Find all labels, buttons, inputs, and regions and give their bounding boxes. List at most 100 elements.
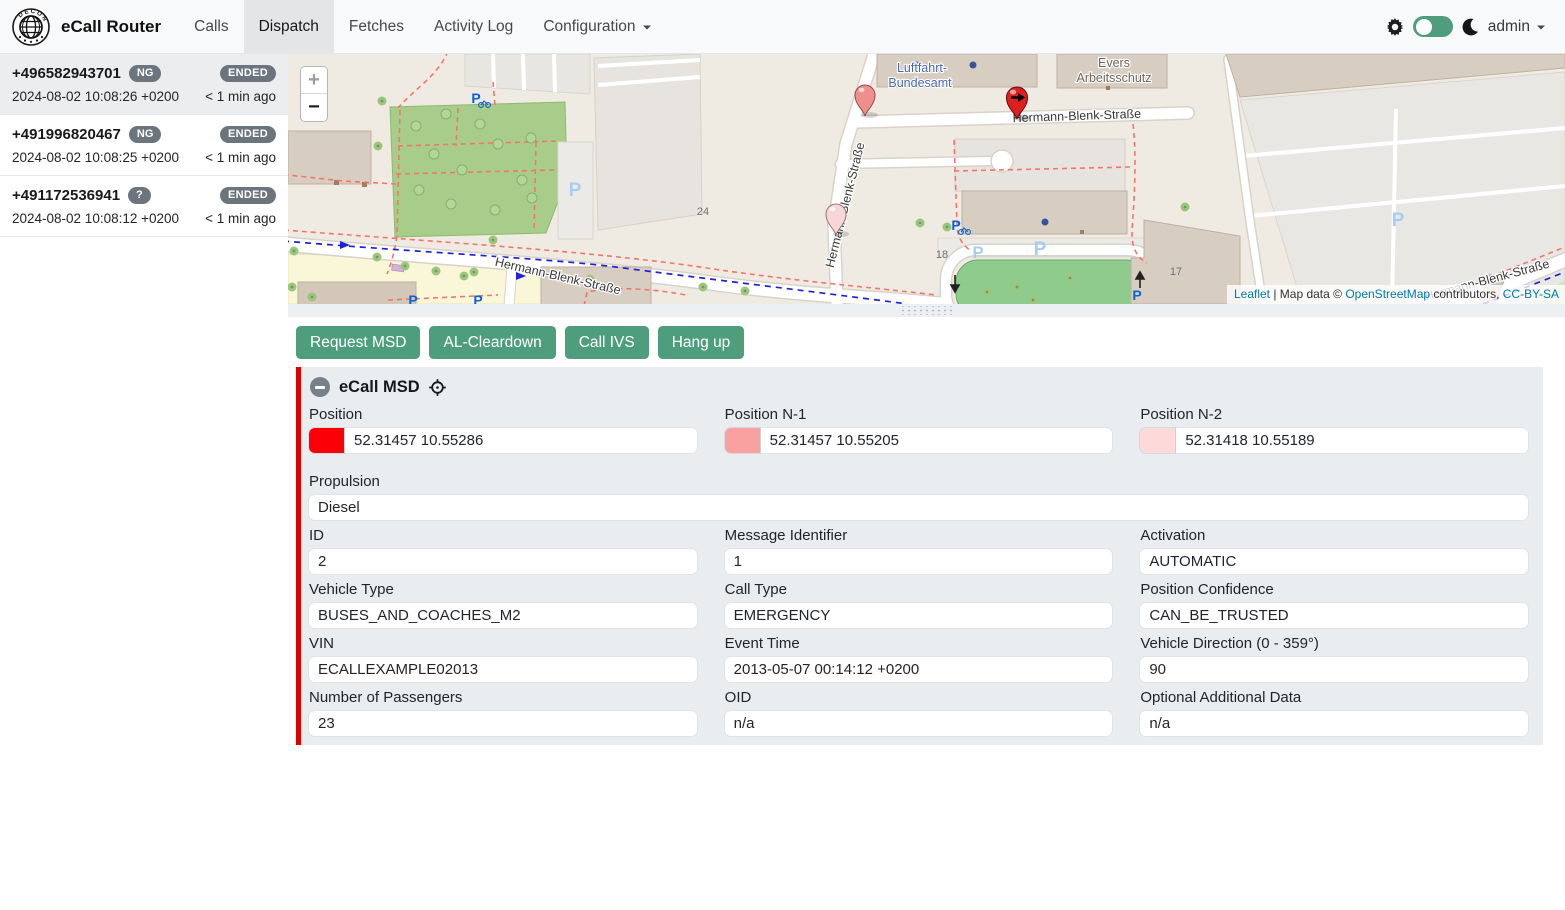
message-identifier-input[interactable] xyxy=(724,548,1114,575)
collapse-panel-button[interactable] xyxy=(310,377,330,397)
field-label: Activation xyxy=(1140,527,1529,544)
poi-label-luftfahrt: Luftfahrt- xyxy=(897,61,947,75)
nav-item-fetches[interactable]: Fetches xyxy=(334,0,419,53)
zoom-out-button[interactable]: − xyxy=(301,94,327,121)
call-list-item[interactable]: +496582943701 NG ENDED 2024-08-02 10:08:… xyxy=(0,54,288,115)
msd-panel-title: eCall MSD xyxy=(339,378,420,397)
field-label: Position Confidence xyxy=(1140,581,1529,598)
oid-input[interactable] xyxy=(724,710,1114,737)
moon-icon xyxy=(1462,18,1479,36)
event-time-input[interactable] xyxy=(724,656,1114,683)
svg-text:P: P xyxy=(1392,210,1405,231)
call-ago: < 1 min ago xyxy=(205,150,276,165)
position-color-swatch xyxy=(308,427,345,454)
call-type-badge: NG xyxy=(129,65,162,82)
call-ago: < 1 min ago xyxy=(205,211,276,226)
svg-text:P: P xyxy=(1132,287,1141,303)
field-label: Event Time xyxy=(725,635,1114,652)
map-attribution: Leaflet | Map data © OpenStreetMap contr… xyxy=(1227,285,1565,304)
map-tiles: P P P P P P P P P P 24 xyxy=(288,54,1565,304)
app-title: eCall Router xyxy=(61,17,161,37)
field-id: ID xyxy=(308,525,698,575)
call-timestamp: 2024-08-02 10:08:26 +0200 xyxy=(12,89,179,104)
field-message-identifier: Message Identifier xyxy=(724,525,1114,575)
field-optional-additional-data: Optional Additional Data xyxy=(1139,687,1529,737)
user-name: admin xyxy=(1488,18,1530,36)
vin-input[interactable] xyxy=(308,656,698,683)
field-label: Position N-1 xyxy=(725,406,1114,423)
openstreetmap-link[interactable]: OpenStreetMap xyxy=(1345,287,1430,301)
field-propulsion: Propulsion xyxy=(308,471,1529,521)
field-activation: Activation xyxy=(1139,525,1529,575)
poi-label-luftfahrt: Bundesamt xyxy=(888,76,952,90)
call-list-sidebar: +496582943701 NG ENDED 2024-08-02 10:08:… xyxy=(0,54,288,910)
chevron-down-icon xyxy=(1537,25,1545,33)
field-position-n1: Position N-1 xyxy=(724,404,1114,454)
call-type-input[interactable] xyxy=(724,602,1114,629)
field-label: Propulsion xyxy=(309,473,1529,490)
svg-text:P: P xyxy=(408,292,417,304)
zoom-in-button[interactable]: + xyxy=(301,67,327,94)
position-input[interactable] xyxy=(345,427,698,454)
al-cleardown-button[interactable]: AL-Cleardown xyxy=(429,326,555,359)
leaflet-link[interactable]: Leaflet xyxy=(1234,287,1270,301)
field-call-type: Call Type xyxy=(724,579,1114,629)
position-n1-input[interactable] xyxy=(761,427,1114,454)
field-label: Position N-2 xyxy=(1140,406,1529,423)
activation-input[interactable] xyxy=(1139,548,1529,575)
user-menu[interactable]: admin xyxy=(1488,18,1545,36)
brand[interactable]: DECON eCall Router xyxy=(0,0,179,53)
field-vehicle-direction: Vehicle Direction (0 - 359°) xyxy=(1139,633,1529,683)
call-status-badge: ENDED xyxy=(220,187,276,204)
field-label: VIN xyxy=(309,635,698,652)
nav-item-calls[interactable]: Calls xyxy=(179,0,243,53)
map-resize-strip xyxy=(288,304,1565,317)
position-n2-input[interactable] xyxy=(1176,427,1529,454)
leaflet-map[interactable]: P P P P P P P P P P 24 xyxy=(288,54,1565,304)
nav-item-dispatch[interactable]: Dispatch xyxy=(244,0,334,53)
nav-item-configuration[interactable]: Configuration xyxy=(528,0,665,53)
field-label: Optional Additional Data xyxy=(1140,689,1529,706)
call-type-badge: NG xyxy=(129,126,162,143)
license-link[interactable]: CC-BY-SA xyxy=(1503,287,1559,301)
request-msd-button[interactable]: Request MSD xyxy=(296,326,420,359)
position-n2-color-swatch xyxy=(1139,427,1176,454)
map-resize-handle[interactable] xyxy=(901,306,953,315)
field-label: Message Identifier xyxy=(725,527,1114,544)
id-input[interactable] xyxy=(308,548,698,575)
nav-item-activity-log[interactable]: Activity Log xyxy=(419,0,528,53)
number-of-passengers-input[interactable] xyxy=(308,710,698,737)
call-timestamp: 2024-08-02 10:08:12 +0200 xyxy=(12,211,179,226)
position-confidence-input[interactable] xyxy=(1139,602,1529,629)
vehicle-direction-input[interactable] xyxy=(1139,656,1529,683)
theme-toggle[interactable] xyxy=(1413,16,1453,37)
ecall-msd-panel: eCall MSD Position xyxy=(296,367,1543,745)
field-position: Position xyxy=(308,404,698,454)
svg-text:P: P xyxy=(473,292,482,304)
call-status-badge: ENDED xyxy=(220,126,276,143)
field-label: Vehicle Type xyxy=(309,581,698,598)
call-list-item[interactable]: +491996820467 NG ENDED 2024-08-02 10:08:… xyxy=(0,115,288,176)
propulsion-input[interactable] xyxy=(308,494,1529,521)
svg-text:P: P xyxy=(972,243,983,262)
call-list-item[interactable]: +491172536941 ? ENDED 2024-08-02 10:08:1… xyxy=(0,176,288,237)
optional-additional-data-input[interactable] xyxy=(1139,710,1529,737)
top-navbar: DECON eCall Router Calls Dispatch Fetche… xyxy=(0,0,1565,54)
vehicle-type-input[interactable] xyxy=(308,602,698,629)
field-position-confidence: Position Confidence xyxy=(1139,579,1529,629)
call-ago: < 1 min ago xyxy=(205,89,276,104)
app-logo-globe-icon: DECON xyxy=(12,8,50,46)
chevron-down-icon xyxy=(643,25,651,33)
call-timestamp: 2024-08-02 10:08:25 +0200 xyxy=(12,150,179,165)
poi-label-evers: Evers xyxy=(1098,56,1130,70)
locate-crosshair-icon[interactable] xyxy=(429,379,446,396)
hang-up-button[interactable]: Hang up xyxy=(658,326,745,359)
call-number: +496582943701 xyxy=(12,65,121,82)
field-position-n2: Position N-2 xyxy=(1139,404,1529,454)
field-label: Call Type xyxy=(725,581,1114,598)
call-ivs-button[interactable]: Call IVS xyxy=(565,326,649,359)
field-label: Position xyxy=(309,406,698,423)
svg-text:17: 17 xyxy=(1170,266,1182,278)
field-label: OID xyxy=(725,689,1114,706)
poi-label-evers: Arbeitsschutz xyxy=(1076,71,1151,85)
